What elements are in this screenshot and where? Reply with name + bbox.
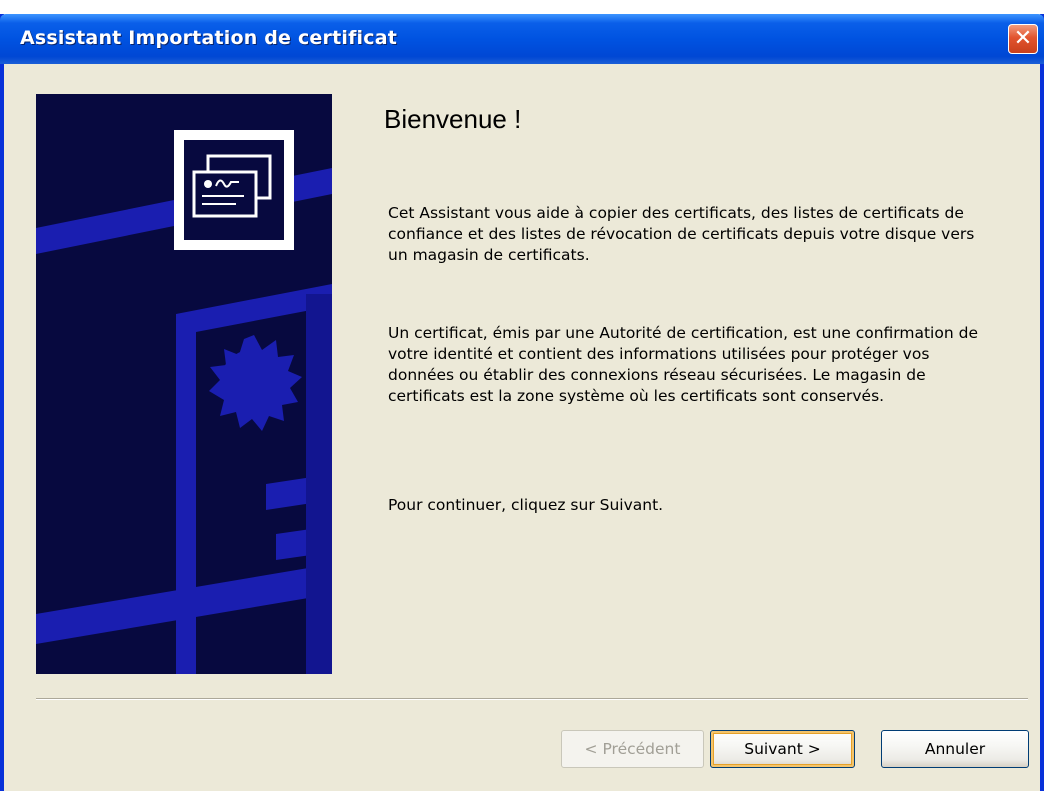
continue-instruction: Pour continuer, cliquez sur Suivant. <box>388 496 664 514</box>
certificate-description-paragraph: Un certificat, émis par une Autorité de … <box>388 324 978 405</box>
window-title: Assistant Importation de certificat <box>20 27 398 49</box>
footer-separator <box>36 698 1028 700</box>
next-button[interactable]: Suivant > <box>710 730 855 768</box>
back-button[interactable]: < Précédent <box>561 730 704 768</box>
wizard-window: Assistant Importation de certificat ✕ Bi… <box>0 14 1044 791</box>
cancel-button[interactable]: Annuler <box>881 730 1029 768</box>
welcome-heading: Bienvenue ! <box>384 104 522 134</box>
title-bar[interactable]: Assistant Importation de certificat ✕ <box>0 14 1044 64</box>
wizard-side-illustration <box>36 94 332 674</box>
intro-paragraph: Cet Assistant vous aide à copier des cer… <box>388 204 975 264</box>
desktop-background-strip <box>0 0 1044 14</box>
certificate-wizard-illustration-icon <box>36 94 332 674</box>
close-button[interactable]: ✕ <box>1008 24 1038 54</box>
close-icon: ✕ <box>1013 26 1033 51</box>
screen: Assistant Importation de certificat ✕ Bi… <box>0 0 1044 791</box>
